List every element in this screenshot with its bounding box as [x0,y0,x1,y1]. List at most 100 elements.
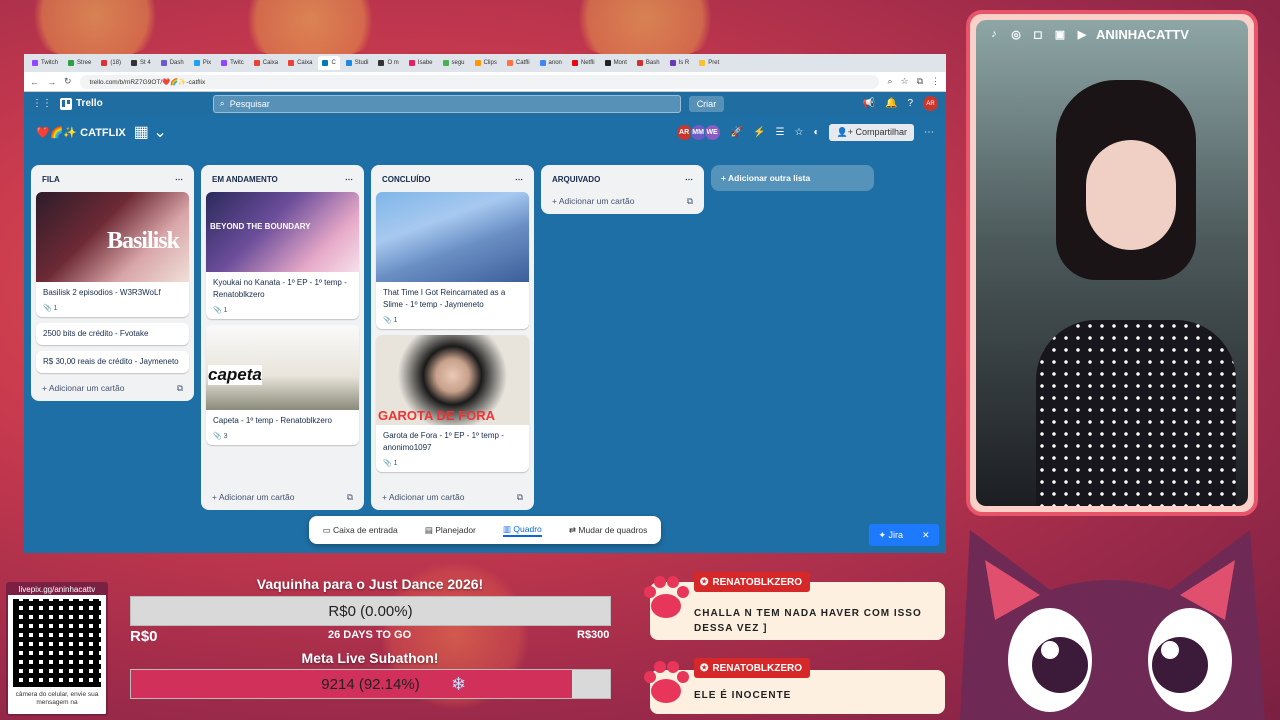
nav-planner[interactable]: ▤ Planejador [425,525,476,536]
list-menu-icon[interactable]: ⋯ [515,175,523,184]
browser-tab[interactable]: Netfli [568,56,599,70]
add-card-button[interactable]: + Adicionar um cartão ⧉ [36,379,189,395]
card[interactable]: Basilisk Basilisk 2 episodios - W3R3WoLf… [36,192,189,317]
nav-board[interactable]: ▥ Quadro [503,524,542,537]
menu-dots-icon[interactable]: ⋮ [931,76,940,87]
card[interactable]: GAROTA DE FORA Garota de Fora - 1º EP - … [376,335,529,472]
board-view-icon[interactable]: ▦ ⌄ [134,122,167,142]
card[interactable]: That Time I Got Reincarnated as a Slime … [376,192,529,329]
share-button[interactable]: 👤+ Compartilhar [829,123,914,141]
browser-tab[interactable]: Clips [471,56,501,70]
extensions-icon[interactable]: ⧉ [917,76,923,87]
browser-tab[interactable]: segu [439,56,469,70]
cat-mascot-illustration [960,530,1265,720]
tab-label: Bash [645,60,660,66]
board-icon: ▥ [503,523,512,534]
browser-tab[interactable]: Twitc [217,56,248,70]
jira-icon: ✦ [878,529,887,540]
nav-label: Caixa de entrada [332,524,398,535]
reload-icon[interactable]: ↻ [64,76,72,87]
template-icon[interactable]: ⧉ [687,196,693,207]
add-card-button[interactable]: + Adicionar um cartão ⧉ [546,192,699,208]
close-icon[interactable]: ✕ [922,530,930,541]
template-icon[interactable]: ⧉ [517,492,523,503]
megaphone-icon[interactable]: 📢 [863,98,875,109]
rocket-icon[interactable]: 🚀 [731,127,743,138]
apps-grid-icon[interactable]: ⋮⋮ [32,98,52,109]
list-title[interactable]: FILA [42,175,60,184]
browser-tab[interactable]: Pix [190,56,215,70]
browser-tab[interactable]: St 4 [127,56,155,70]
browser-tab[interactable]: Caixa [250,56,282,70]
browser-tab[interactable]: Stree [64,56,95,70]
attachment-count: 1 [53,305,58,312]
filter-icon[interactable]: ☰ [776,127,785,138]
card[interactable]: capeta Capeta - 1º temp - Renatoblkzero … [206,325,359,445]
user-avatar[interactable]: AR [923,96,938,111]
browser-tab[interactable]: C [318,56,340,70]
tab-favicon-icon [253,60,260,66]
browser-tab[interactable]: Mont [601,56,631,70]
bookmark-star-icon[interactable]: ☆ [900,76,908,87]
card-title: Kyoukai no Kanata - 1º EP - 1º temp - Re… [213,278,347,299]
card[interactable]: 2500 bits de crédito - Fvotake [36,323,189,345]
list-title[interactable]: CONCLUÍDO [382,175,430,184]
zoom-icon[interactable]: ⌕ [887,76,892,87]
list-menu-icon[interactable]: ⋯ [175,175,183,184]
browser-tab[interactable]: anon [536,56,566,70]
browser-tab[interactable]: Catfli [503,56,534,70]
star-icon[interactable]: ☆ [794,127,803,138]
tab-favicon-icon [604,60,611,66]
member-avatar[interactable]: WE [703,123,721,141]
jira-button[interactable]: ✦ Jira ✕ [869,524,939,546]
browser-tab[interactable]: O m [374,56,402,70]
trello-logo-icon [60,97,72,110]
board-title[interactable]: ❤️🌈✨ CATFLIX [36,126,126,139]
card[interactable]: BEYOND THE BOUNDARY Kyoukai no Kanata - … [206,192,359,319]
create-button[interactable]: Criar [688,95,725,112]
card-title: Capeta - 1º temp - Renatoblkzero [213,416,332,425]
browser-tab[interactable]: Bash [633,56,664,70]
list-menu-icon[interactable]: ⋯ [685,175,693,184]
list-menu-icon[interactable]: ⋯ [345,175,353,184]
cover-title: Basilisk [106,228,180,254]
nav-switch-boards[interactable]: ⇄ Mudar de quadros [569,525,648,536]
list-title[interactable]: EM ANDAMENTO [212,175,278,184]
tab-favicon-icon [131,60,138,66]
template-icon[interactable]: ⧉ [347,492,353,503]
trello-logo[interactable]: Trello [60,97,103,110]
more-icon[interactable]: ⋯ [924,127,934,138]
tab-label: Isabe [417,60,433,66]
add-card-label: Adicionar um cartão [48,383,125,393]
streamer-face [1086,140,1176,250]
url-field[interactable]: trello.com/b/mRZ7G9OT/❤️🌈✨-catflix [79,74,880,89]
globe-icon[interactable]: ◐ [813,127,819,138]
add-card-button[interactable]: + Adicionar um cartão ⧉ [206,488,359,504]
search-input[interactable]: ⌕ Pesquisar [212,94,681,113]
goal-bar: 9214 (92.14%) ❄ [130,669,611,699]
template-icon[interactable]: ⧉ [177,383,183,394]
user-badge-icon: ✪ [700,662,709,674]
back-icon[interactable]: ← [30,77,39,87]
browser-tab[interactable]: Twitch [28,56,62,70]
background-flower [230,0,390,60]
browser-tab[interactable]: Isabe [405,56,437,70]
help-icon[interactable]: ? [907,98,913,109]
tab-label: anon [548,60,562,66]
browser-tab[interactable]: Dash [157,56,188,70]
add-card-button[interactable]: + Adicionar um cartão ⧉ [376,488,529,504]
browser-tab[interactable]: Pret [695,56,723,70]
browser-tab[interactable]: Caixa [284,56,316,70]
list-title[interactable]: ARQUIVADO [552,175,600,184]
browser-tab[interactable]: (18) [97,56,125,70]
card[interactable]: R$ 30,00 reais de crédito - Jaymeneto [36,351,189,373]
add-list-button[interactable]: + Adicionar outra lista [711,165,874,191]
lightning-icon[interactable]: ⚡ [753,127,765,138]
nav-inbox[interactable]: ▭ Caixa de entrada [323,525,398,536]
bell-icon[interactable]: 🔔 [885,98,897,109]
browser-tab[interactable]: Is R [666,56,694,70]
browser-tab[interactable]: Studi [342,56,373,70]
tab-label: O m [387,60,399,66]
tab-favicon-icon [539,60,546,66]
forward-icon[interactable]: → [47,77,56,87]
